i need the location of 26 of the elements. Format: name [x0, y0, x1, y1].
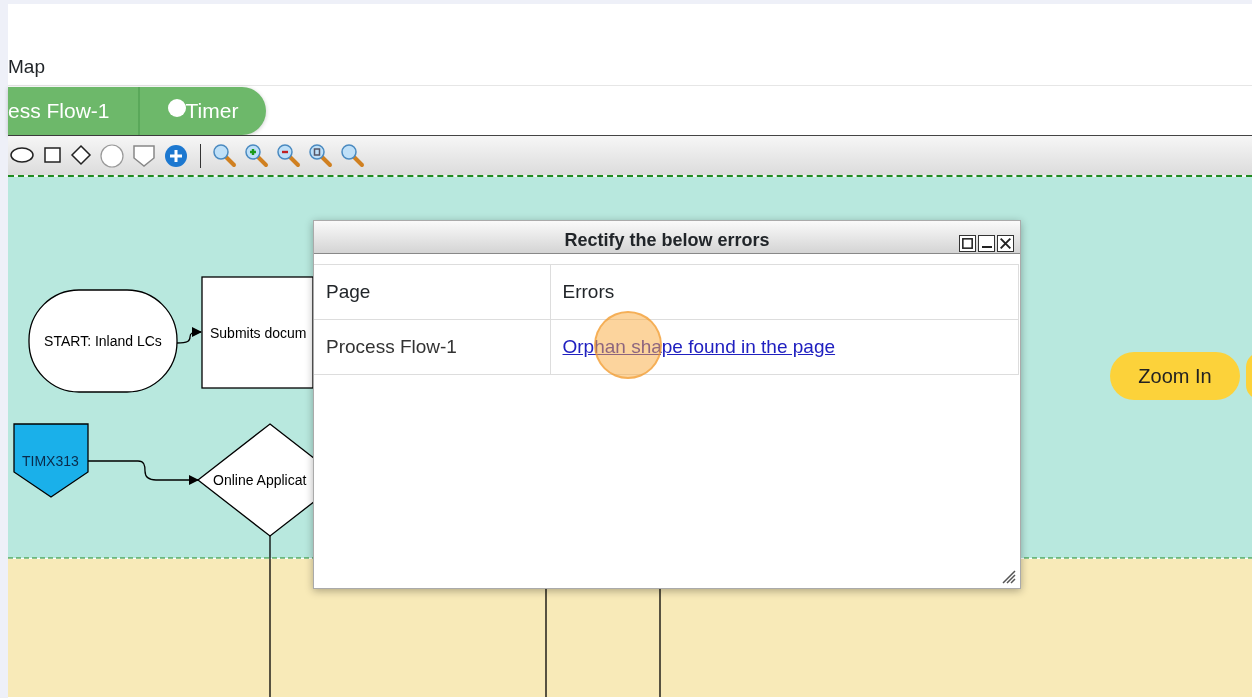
shield-icon[interactable] — [132, 143, 156, 168]
search-icon[interactable] — [213, 143, 237, 168]
search-icon[interactable] — [341, 143, 365, 168]
column-header: Errors — [550, 264, 1019, 320]
zoom-in-icon[interactable] — [245, 143, 269, 168]
resize-grip-icon[interactable] — [1002, 570, 1016, 584]
connector-arrow — [176, 327, 202, 344]
add-icon[interactable] — [164, 143, 188, 168]
zoom-out-icon[interactable] — [277, 143, 301, 168]
diamond-icon[interactable] — [70, 143, 92, 168]
page-title: Map — [8, 54, 45, 79]
zoom-fit-icon[interactable] — [309, 143, 333, 168]
process-node[interactable]: Submits docum — [201, 276, 314, 389]
maximize-button[interactable] — [959, 235, 976, 252]
column-header: Page — [314, 264, 550, 320]
zoom-in-button[interactable]: Zoom In — [1110, 352, 1240, 400]
dialog-title: Rectify the below errors — [564, 228, 770, 252]
minimize-button[interactable] — [978, 235, 995, 252]
maximize-icon — [962, 238, 973, 249]
minimize-icon — [981, 246, 992, 248]
circle-icon — [167, 98, 186, 117]
close-button[interactable] — [997, 235, 1014, 252]
circle-icon[interactable] — [100, 143, 124, 168]
off-page-connector[interactable]: TIMX313 — [13, 423, 89, 498]
table-cell: Process Flow-1 — [314, 319, 550, 375]
close-icon — [1000, 238, 1011, 249]
